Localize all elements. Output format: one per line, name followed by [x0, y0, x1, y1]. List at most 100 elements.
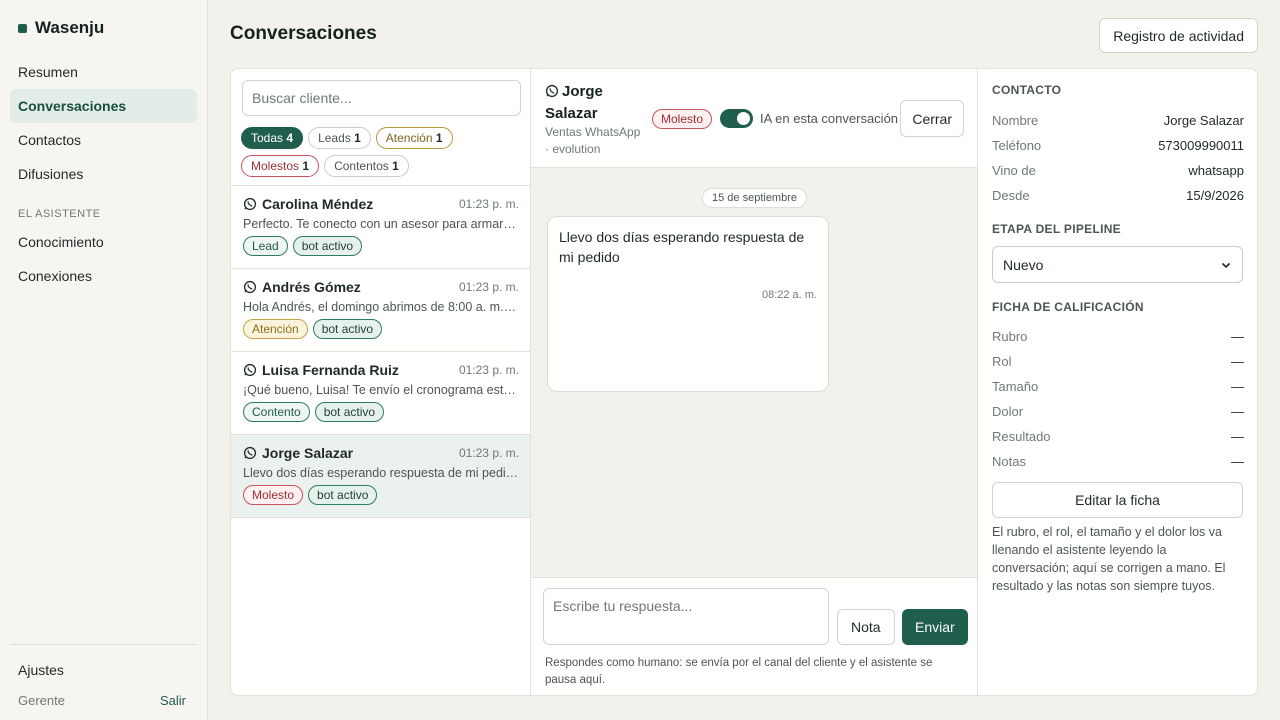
- whatsapp-icon: [243, 446, 257, 460]
- chat-column: Jorge Salazar Ventas WhatsApp · evolutio…: [531, 69, 978, 695]
- nav-item-resumen[interactable]: Resumen: [10, 55, 197, 89]
- brand-name: Wasenju: [35, 18, 105, 37]
- sidebar: Wasenju Resumen Conversaciones Contactos…: [0, 0, 208, 720]
- field-label: Tamaño: [992, 379, 1039, 394]
- nav-item-difusiones[interactable]: Difusiones: [10, 157, 197, 191]
- conversation-name: Luisa Fernanda Ruiz: [262, 362, 399, 378]
- filter-chip-molestos[interactable]: Molestos 1: [241, 155, 320, 177]
- message-thread: 15 de septiembre Llevo dos días esperand…: [531, 168, 977, 577]
- field-value: whatsapp: [1188, 163, 1244, 178]
- note-button[interactable]: Nota: [837, 609, 895, 645]
- conversation-time: 01:23 p. m.: [458, 363, 519, 377]
- field-value: —: [1231, 454, 1244, 469]
- filter-count: 1: [435, 131, 443, 145]
- message-bubble: Llevo dos días esperando respuesta de mi…: [547, 216, 829, 392]
- chat-header: Jorge Salazar Ventas WhatsApp · evolutio…: [531, 69, 977, 168]
- nav-item-conocimiento[interactable]: Conocimiento: [10, 225, 197, 259]
- conversation-name: Jorge Salazar: [262, 445, 354, 461]
- reply-input[interactable]: Escribe tu respuesta...: [543, 588, 829, 645]
- field-label: Dolor: [992, 404, 1024, 419]
- whatsapp-icon: [243, 197, 257, 211]
- tag-molesto: Molesto: [243, 485, 304, 505]
- nav-item-contactos[interactable]: Contactos: [10, 123, 197, 157]
- nav-item-conversaciones[interactable]: Conversaciones: [10, 89, 197, 123]
- nav-section-assistant: EL ASISTENTE: [18, 208, 101, 220]
- tag-bot-active: bot activo: [314, 402, 385, 422]
- field-value: —: [1231, 354, 1244, 369]
- pipeline-stage-value: Nuevo: [1003, 256, 1044, 273]
- field-label: Vino de: [992, 163, 1036, 178]
- filter-count: 1: [354, 131, 361, 145]
- contact-panel: CONTACTO Nombre Jorge Salazar Teléfono 573…: [978, 69, 1257, 695]
- pipeline-section-title: ETAPA DEL PIPELINE: [992, 222, 1121, 236]
- field-label: Nombre: [992, 113, 1039, 128]
- field-value: Jorge Salazar: [1163, 113, 1244, 128]
- ai-toggle-label: IA en esta conversación: [760, 111, 899, 126]
- conversation-list-column: Buscar cliente... Todas 4 Leads 1 Atenci…: [231, 69, 531, 695]
- chat-contact-name-wrap: Jorge Salazar: [545, 81, 645, 125]
- date-separator: 15 de septiembre: [702, 188, 807, 208]
- conversation-snippet: Perfecto. Te conecto con un asesor para …: [243, 217, 519, 231]
- conversations-panel: Buscar cliente... Todas 4 Leads 1 Atenci…: [230, 68, 1258, 696]
- qualification-section-title: FICHA DE CALIFICACIÓN: [992, 300, 1144, 314]
- conversation-snippet: ¡Qué bueno, Luisa! Te envío el cronogram…: [243, 383, 519, 397]
- search-input[interactable]: Buscar cliente...: [242, 80, 521, 116]
- composer-hint: Respondes como humano: se envía por el c…: [545, 657, 933, 686]
- conversation-time: 01:23 p. m.: [458, 446, 519, 460]
- message-text: Llevo dos días esperando respuesta de mi…: [559, 229, 805, 265]
- filter-chip-atencion[interactable]: Atención 1: [375, 127, 453, 149]
- conversation-name: Andrés Gómez: [262, 279, 361, 295]
- tag-bot-active: bot activo: [312, 319, 383, 339]
- conversation-item-selected[interactable]: Jorge Salazar 01:23 p. m. Llevo dos días…: [231, 435, 530, 518]
- contact-field: Nombre Jorge Salazar: [992, 108, 1244, 133]
- filter-chip-todas[interactable]: Todas 4: [241, 127, 304, 149]
- field-value: —: [1231, 404, 1244, 419]
- field-label: Teléfono: [992, 138, 1042, 153]
- field-label: Resultado: [992, 429, 1051, 444]
- filter-chip-leads[interactable]: Leads 1: [308, 127, 371, 149]
- nav-item-conexiones[interactable]: Conexiones: [10, 259, 197, 293]
- logout-link[interactable]: Salir: [160, 693, 186, 708]
- filter-chip-contentos[interactable]: Contentos 1: [324, 155, 409, 177]
- field-label: Notas: [992, 454, 1026, 469]
- sheet-help-text: El rubro, el rol, el tamaño y el dolor l…: [992, 525, 1226, 593]
- brand-logo-icon: [18, 23, 27, 33]
- user-row: Gerente Salir: [10, 687, 197, 720]
- brand: Wasenju: [18, 18, 104, 38]
- tag-bot-active: bot activo: [292, 236, 363, 256]
- nav-item-ajustes[interactable]: Ajustes: [10, 653, 197, 687]
- pipeline-stage-select[interactable]: Nuevo: [992, 246, 1243, 283]
- filter-label: Contentos: [334, 159, 389, 173]
- filter-label: Leads: [318, 131, 351, 145]
- conversation-item[interactable]: Luisa Fernanda Ruiz 01:23 p. m. ¡Qué bue…: [231, 352, 530, 435]
- whatsapp-icon: [243, 363, 257, 377]
- message-time: 08:22 a. m.: [761, 289, 817, 301]
- tag-contento: Contento: [243, 402, 310, 422]
- whatsapp-icon: [243, 280, 257, 294]
- field-value: 15/9/2026: [1186, 188, 1244, 203]
- field-label: Desde: [992, 188, 1030, 203]
- conversation-item[interactable]: Andrés Gómez 01:23 p. m. Hola Andrés, el…: [231, 269, 530, 352]
- filter-label: Atención: [385, 131, 433, 145]
- qualification-field: Notas —: [992, 449, 1244, 474]
- send-button[interactable]: Enviar: [902, 609, 968, 645]
- filter-count: 1: [392, 159, 399, 173]
- field-label: Rubro: [992, 329, 1028, 344]
- composer: Escribe tu respuesta... Nota Enviar Resp…: [531, 577, 977, 695]
- ai-toggle[interactable]: [720, 109, 753, 128]
- conversation-snippet: Llevo dos días esperando respuesta de mi…: [243, 466, 519, 480]
- qualification-field: Resultado —: [992, 424, 1244, 449]
- activity-log-button[interactable]: Registro de actividad: [1099, 18, 1258, 53]
- conversation-name-wrap: Carolina Méndez: [243, 196, 373, 212]
- filter-label: Todas: [251, 131, 284, 145]
- mood-badge: Molesto: [652, 109, 713, 129]
- chat-channel: Ventas WhatsApp · evolution: [545, 125, 641, 156]
- close-conversation-button[interactable]: Cerrar: [900, 100, 964, 137]
- whatsapp-icon: [545, 84, 559, 98]
- edit-sheet-button[interactable]: Editar la ficha: [992, 482, 1243, 518]
- conversation-name-wrap: Andrés Gómez: [243, 279, 361, 295]
- conversation-list: Carolina Méndez 01:23 p. m. Perfecto. Te…: [231, 185, 530, 518]
- qualification-field: Rol —: [992, 349, 1244, 374]
- conversation-item[interactable]: Carolina Méndez 01:23 p. m. Perfecto. Te…: [231, 186, 530, 269]
- page-title: Conversaciones: [230, 23, 377, 44]
